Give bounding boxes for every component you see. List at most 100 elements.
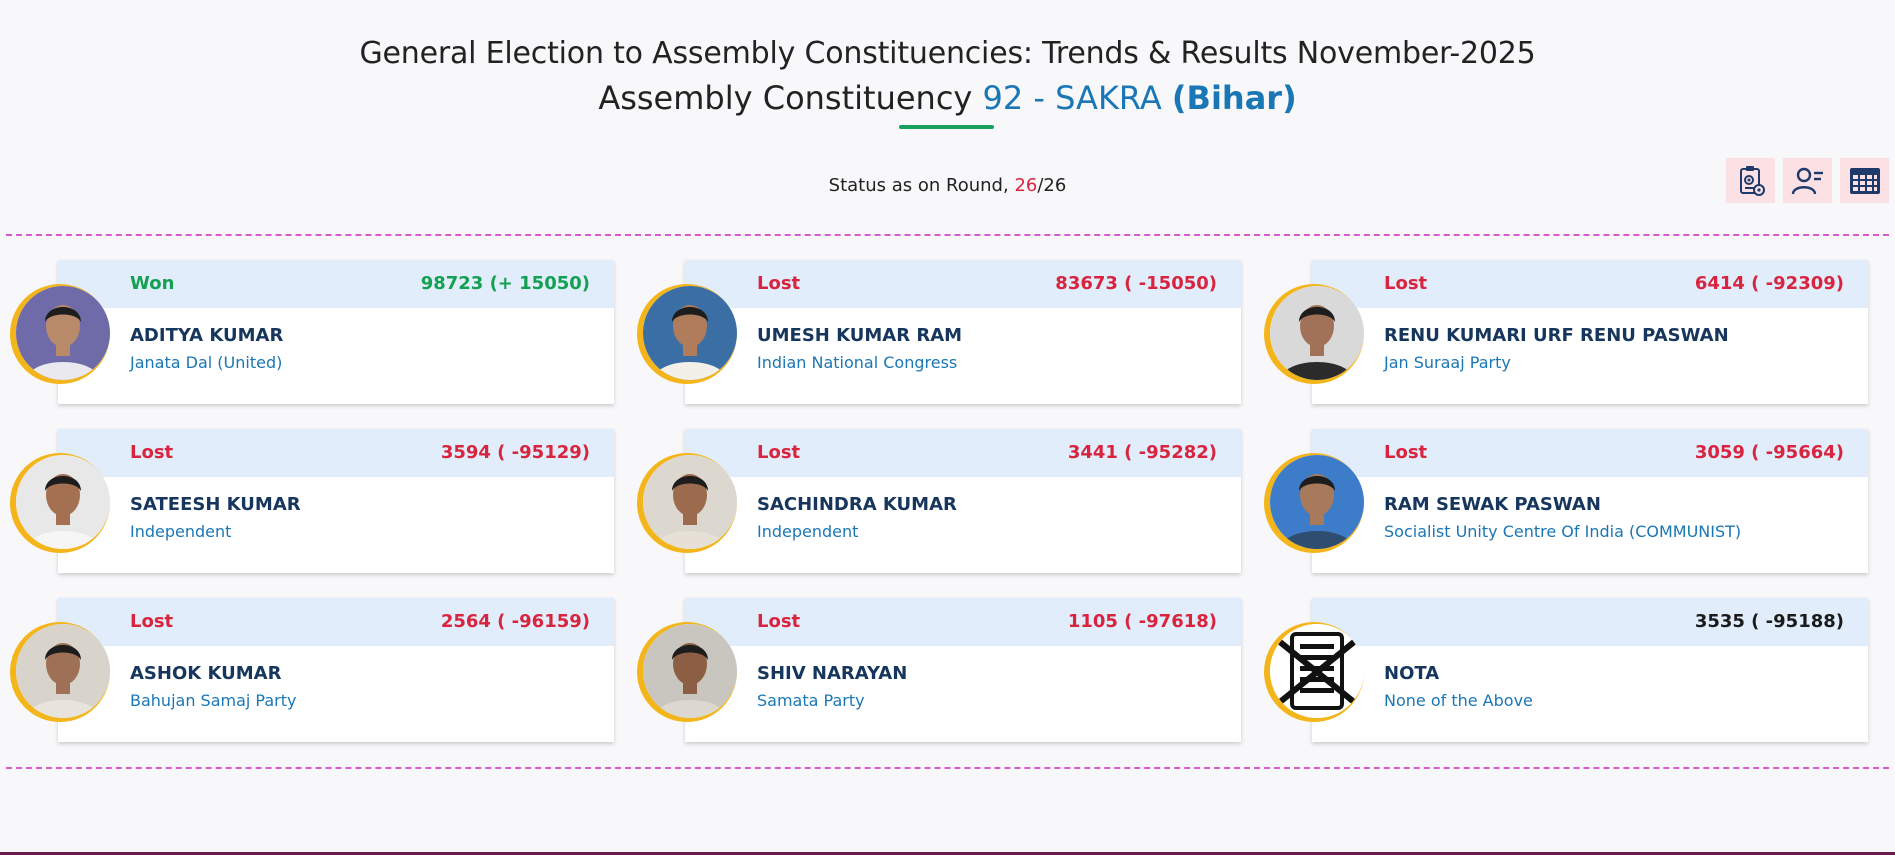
candidate-card-body: Lost 2564 ( -96159) ASHOK KUMAR Bahujan Sam… [58, 598, 614, 742]
table-grid-icon [1849, 167, 1880, 194]
avatar [16, 286, 110, 380]
candidate-name: ADITYA KUMAR [130, 325, 284, 346]
view-toolbar [1726, 158, 1889, 203]
result-status: Lost [757, 273, 801, 294]
round-status: Status as on Round, 26/26 [0, 175, 1895, 196]
candidate-card[interactable]: Lost 3441 ( -95282) SACHINDRA KUMAR Indepen… [637, 429, 1241, 575]
party-name: Independent [757, 522, 859, 541]
candidate-photo [643, 286, 737, 380]
candidate-photo [643, 455, 737, 549]
party-name: Socialist Unity Centre Of India (COMMUNI… [1384, 522, 1742, 541]
party-name: Jan Suraaj Party [1384, 353, 1511, 372]
candidate-photo [16, 286, 110, 380]
candidate-card[interactable]: Won 98723 (+ 15050) ADITYA KUMAR Janata Dal… [10, 260, 614, 406]
vote-count: 2564 ( -96159) [440, 611, 590, 632]
candidate-card-body: Lost 3441 ( -95282) SACHINDRA KUMAR Indepen… [685, 429, 1241, 573]
party-name: Indian National Congress [757, 353, 958, 372]
candidate-photo [643, 624, 737, 718]
vote-count: 3535 ( -95188) [1694, 611, 1844, 632]
avatar-ring [10, 622, 110, 722]
candidate-photo [1270, 455, 1364, 549]
candidate-card[interactable]: Lost 1105 ( -97618) SHIV NARAYAN Samata Par… [637, 598, 1241, 744]
total-rounds: 26 [1043, 175, 1067, 196]
vote-count: 83673 ( -15050) [1055, 273, 1217, 294]
round-status-label: Status as on Round, [828, 175, 1009, 196]
result-status: Won [130, 273, 175, 294]
table-view-button[interactable] [1840, 158, 1889, 203]
party-name: None of the Above [1384, 691, 1533, 710]
page-header: General Election to Assembly Constituenc… [0, 34, 1895, 121]
avatar [1270, 624, 1364, 718]
user-list-icon [1791, 167, 1823, 194]
candidate-photo [16, 455, 110, 549]
candidate-name: SATEESH KUMAR [130, 494, 301, 515]
vote-count: 98723 (+ 15050) [420, 273, 590, 294]
candidate-name: SACHINDRA KUMAR [757, 494, 957, 515]
avatar [1270, 286, 1364, 380]
vote-count: 3441 ( -95282) [1067, 442, 1217, 463]
candidate-name: NOTA [1384, 663, 1440, 684]
candidate-card-body: Won 98723 (+ 15050) ADITYA KUMAR Janata Dal… [58, 260, 614, 404]
party-name: Independent [130, 522, 232, 541]
result-status: Lost [1384, 442, 1428, 463]
candidate-card-body: Lost 83673 ( -15050) UMESH KUMAR RAM Indian… [685, 260, 1241, 404]
nota-icon [1270, 624, 1364, 718]
candidate-list-button[interactable] [1783, 158, 1832, 203]
constituency-title: Assembly Constituency 92 - SAKRA (Bihar) [0, 75, 1895, 121]
result-status: Lost [757, 442, 801, 463]
party-name: Samata Party [757, 691, 865, 710]
avatar-ring [637, 284, 737, 384]
avatar-ring [1264, 453, 1364, 553]
candidate-photo [1270, 286, 1364, 380]
candidate-card-body: 3535 ( -95188) NOTA None of the Above [1312, 598, 1868, 742]
avatar [1270, 455, 1364, 549]
candidate-card[interactable]: Lost 3594 ( -95129) SATEESH KUMAR Independe… [10, 429, 614, 575]
avatar-ring [1264, 284, 1364, 384]
top-divider [6, 234, 1889, 236]
candidate-name: ASHOK KUMAR [130, 663, 282, 684]
candidate-card-body: Lost 3059 ( -95664) RAM SEWAK PASWAN Social… [1312, 429, 1868, 573]
candidate-card-body: Lost 6414 ( -92309) RENU KUMARI URF RENU P… [1312, 260, 1868, 404]
avatar-ring [10, 284, 110, 384]
result-status: Lost [130, 442, 174, 463]
avatar [643, 624, 737, 718]
avatar [643, 286, 737, 380]
candidate-card[interactable]: 3535 ( -95188) NOTA None of the Above [1264, 598, 1868, 744]
vote-count: 1105 ( -97618) [1067, 611, 1217, 632]
candidate-name: RAM SEWAK PASWAN [1384, 494, 1601, 515]
candidate-name: SHIV NARAYAN [757, 663, 908, 684]
avatar-ring [10, 453, 110, 553]
state-name: (Bihar) [1171, 79, 1297, 117]
avatar [643, 455, 737, 549]
bottom-divider [6, 767, 1889, 769]
party-name: Bahujan Samaj Party [130, 691, 297, 710]
avatar-ring [637, 622, 737, 722]
vote-count: 6414 ( -92309) [1694, 273, 1844, 294]
title-underline [899, 125, 994, 129]
vote-count: 3594 ( -95129) [440, 442, 590, 463]
candidate-card[interactable]: Lost 83673 ( -15050) UMESH KUMAR RAM Indian… [637, 260, 1241, 406]
constituency-name: 92 - SAKRA [982, 79, 1162, 117]
result-status: Lost [757, 611, 801, 632]
candidate-card[interactable]: Lost 2564 ( -96159) ASHOK KUMAR Bahujan Sam… [10, 598, 614, 744]
candidate-card-body: Lost 3594 ( -95129) SATEESH KUMAR Independe… [58, 429, 614, 573]
avatar [16, 624, 110, 718]
avatar-ring [1264, 622, 1364, 722]
constituency-prefix: Assembly Constituency [598, 79, 973, 117]
candidate-name: RENU KUMARI URF RENU PASWAN [1384, 325, 1729, 346]
candidate-photo [16, 624, 110, 718]
clipboard-gear-icon [1739, 165, 1765, 196]
avatar [16, 455, 110, 549]
result-status: Lost [130, 611, 174, 632]
page-title: General Election to Assembly Constituenc… [359, 36, 1536, 71]
candidate-card[interactable]: Lost 6414 ( -92309) RENU KUMARI URF RENU P… [1264, 260, 1868, 406]
clipboard-summary-button[interactable] [1726, 158, 1775, 203]
candidate-name: UMESH KUMAR RAM [757, 325, 963, 346]
party-name: Janata Dal (United) [130, 353, 283, 372]
vote-count: 3059 ( -95664) [1694, 442, 1844, 463]
candidate-card-body: Lost 1105 ( -97618) SHIV NARAYAN Samata Par… [685, 598, 1241, 742]
result-status: Lost [1384, 273, 1428, 294]
avatar-ring [637, 453, 737, 553]
current-round: 26 [1014, 175, 1038, 196]
candidate-card[interactable]: Lost 3059 ( -95664) RAM SEWAK PASWAN Social… [1264, 429, 1868, 575]
